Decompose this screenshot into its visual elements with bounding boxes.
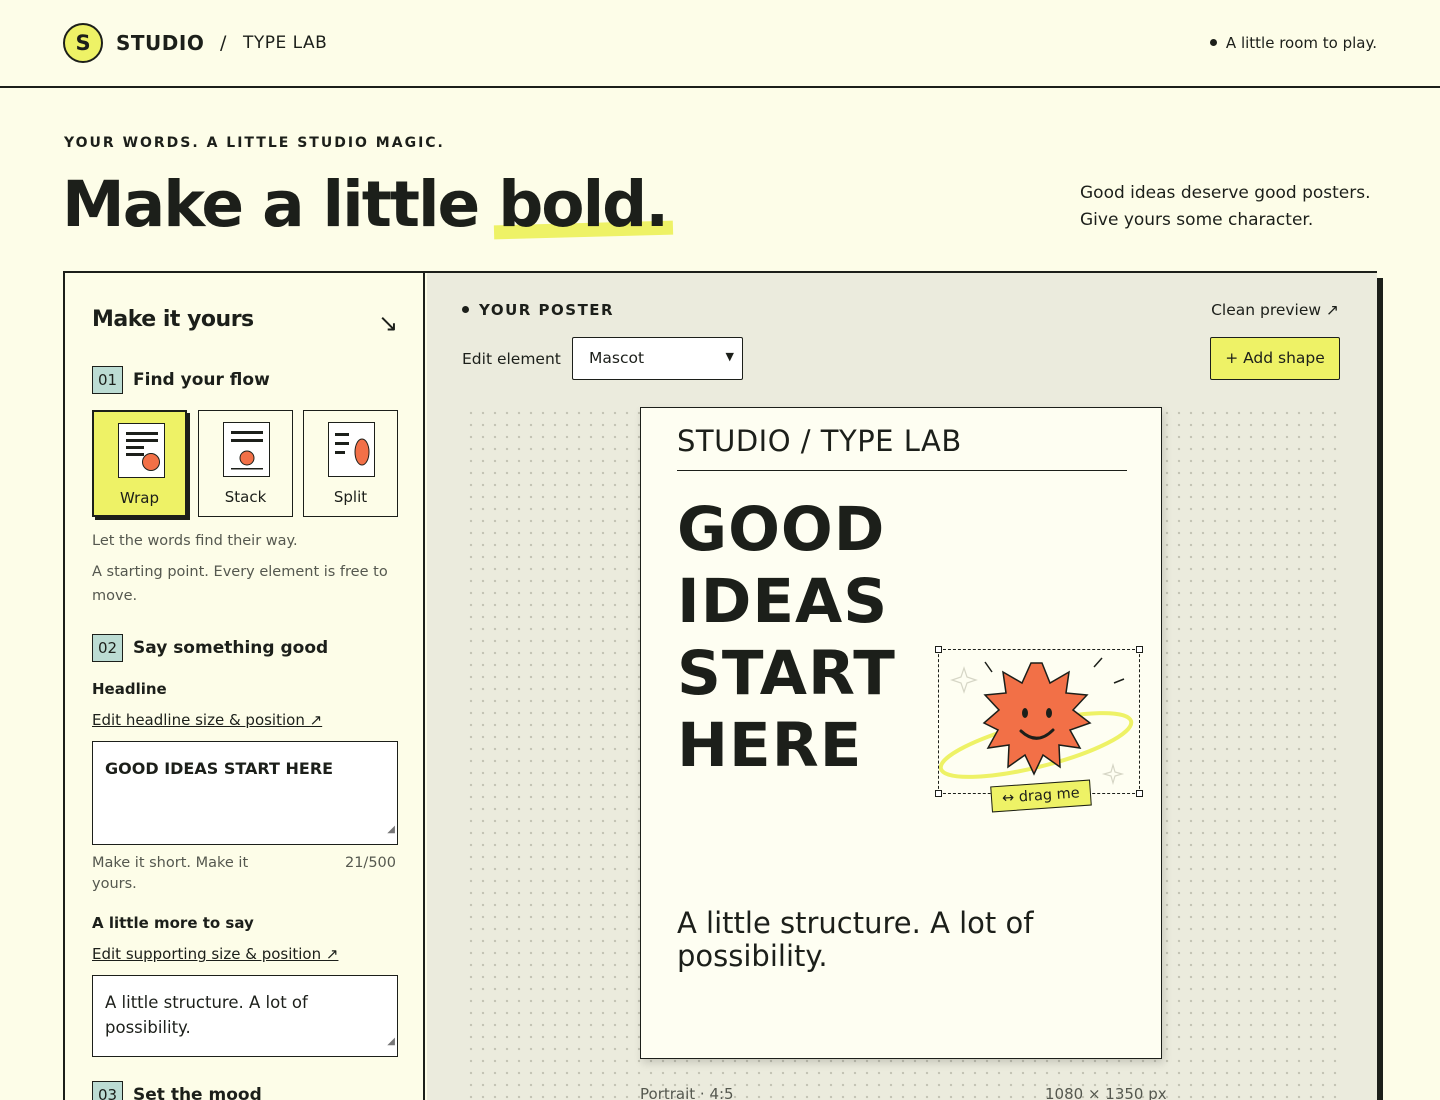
dot-icon bbox=[1209, 39, 1217, 46]
resize-handle[interactable] bbox=[1136, 646, 1143, 653]
step-number-3: 03 bbox=[92, 1081, 123, 1100]
poster-format: Portrait · 4:5 bbox=[640, 1085, 734, 1100]
stack-layout-icon bbox=[223, 422, 270, 477]
hero-side-line1: Good ideas deserve good posters. bbox=[1080, 183, 1371, 203]
layout-option-stack[interactable]: Stack bbox=[198, 410, 293, 517]
add-shape-button[interactable]: + Add shape bbox=[1210, 337, 1340, 380]
edit-element-value: Mascot bbox=[589, 349, 645, 367]
edit-headline-link[interactable]: Edit headline size & position ↗ bbox=[92, 711, 322, 729]
headline-hint: Make it short. Make it yours. bbox=[92, 855, 249, 892]
brand-name[interactable]: STUDIO bbox=[116, 31, 204, 55]
drag-me-tag[interactable]: ↔ drag me bbox=[990, 779, 1092, 813]
edit-element-label: Edit element bbox=[462, 350, 561, 368]
split-layout-icon bbox=[328, 422, 375, 477]
workspace-label: YOUR POSTER bbox=[462, 301, 614, 319]
brand-separator: / bbox=[220, 32, 227, 54]
step-number-1: 01 bbox=[92, 366, 123, 394]
layout-option-label: Stack bbox=[224, 488, 267, 506]
poster-workspace: YOUR POSTER Clean preview ↗ Edit element… bbox=[427, 273, 1377, 1100]
resize-handle[interactable] bbox=[935, 646, 942, 653]
poster-dimensions: 1080 × 1350 px bbox=[1045, 1085, 1167, 1100]
hero-title-highlight: bold. bbox=[498, 168, 669, 241]
mascot-selection[interactable] bbox=[935, 646, 1143, 797]
step-number-2: 02 bbox=[92, 634, 123, 662]
controls-panel: Make it yours ↘ 01 Find your flow Wrap S… bbox=[65, 273, 425, 1100]
arrow-down-right-icon: ↘ bbox=[378, 309, 399, 337]
mascot-icon[interactable] bbox=[939, 650, 1141, 795]
editor-frame: Make it yours ↘ 01 Find your flow Wrap S… bbox=[63, 271, 1377, 1100]
resize-grip-icon[interactable]: ◢ bbox=[387, 817, 395, 842]
step-label-3: Set the mood bbox=[133, 1085, 262, 1100]
poster-brand[interactable]: STUDIO / TYPE LAB bbox=[677, 424, 962, 458]
headline-input[interactable]: GOOD IDEAS START HERE ◢ bbox=[92, 741, 398, 845]
resize-grip-icon[interactable]: ◢ bbox=[387, 1029, 395, 1054]
hero-eyebrow: YOUR WORDS. A LITTLE STUDIO MAGIC. bbox=[64, 135, 445, 151]
step-label-2: Say something good bbox=[133, 638, 329, 658]
dot-icon bbox=[462, 306, 469, 313]
headline-label: Headline bbox=[92, 680, 167, 698]
edit-supporting-link[interactable]: Edit supporting size & position ↗ bbox=[92, 945, 338, 963]
top-bar: S STUDIO / TYPE LAB A little room to pla… bbox=[0, 0, 1440, 88]
hero-side-text: Good ideas deserve good posters. Give yo… bbox=[1080, 180, 1400, 234]
clean-preview-link[interactable]: Clean preview ↗ bbox=[1211, 301, 1339, 319]
poster-divider bbox=[677, 470, 1127, 471]
chevron-down-icon: ▼ bbox=[725, 350, 734, 363]
layout-option-wrap[interactable]: Wrap bbox=[92, 410, 187, 517]
step-label-1: Find your flow bbox=[133, 370, 270, 390]
supporting-label: A little more to say bbox=[92, 914, 254, 932]
wrap-layout-icon bbox=[118, 423, 165, 478]
poster-canvas[interactable]: STUDIO / TYPE LAB GOOD IDEAS START HERE … bbox=[640, 407, 1162, 1059]
supporting-input-value: A little structure. A lot of possibility… bbox=[105, 993, 308, 1037]
supporting-input[interactable]: A little structure. A lot of possibility… bbox=[92, 975, 398, 1057]
layout-hint-secondary: A starting point. Every element is free … bbox=[92, 564, 388, 604]
brand-sub: TYPE LAB bbox=[243, 33, 328, 53]
resize-handle[interactable] bbox=[1136, 790, 1143, 797]
layout-option-label: Wrap bbox=[119, 489, 160, 507]
poster-headline[interactable]: GOOD IDEAS START HERE bbox=[677, 494, 957, 782]
poster-supporting-text[interactable]: A little structure. A lot of possibility… bbox=[677, 907, 1097, 973]
tagline: A little room to play. bbox=[1209, 34, 1377, 52]
layout-hint: Let the words find their way. bbox=[92, 533, 298, 549]
layout-option-label: Split bbox=[333, 488, 368, 506]
headline-char-count: 21/500 bbox=[344, 855, 396, 871]
workspace-label-text: YOUR POSTER bbox=[479, 301, 615, 319]
headline-input-value: GOOD IDEAS START HERE bbox=[105, 759, 334, 778]
hero-title-start: Make a little bbox=[62, 168, 499, 241]
hero-title: Make a little bold. bbox=[62, 168, 669, 241]
logo-badge[interactable]: S bbox=[63, 23, 103, 63]
layout-option-split[interactable]: Split bbox=[303, 410, 398, 517]
panel-title: Make it yours bbox=[92, 307, 254, 332]
edit-element-select[interactable]: Mascot ▼ bbox=[572, 337, 743, 380]
hero-side-line2: Give yours some character. bbox=[1080, 210, 1314, 230]
resize-handle[interactable] bbox=[935, 790, 942, 797]
tagline-text: A little room to play. bbox=[1225, 34, 1377, 52]
